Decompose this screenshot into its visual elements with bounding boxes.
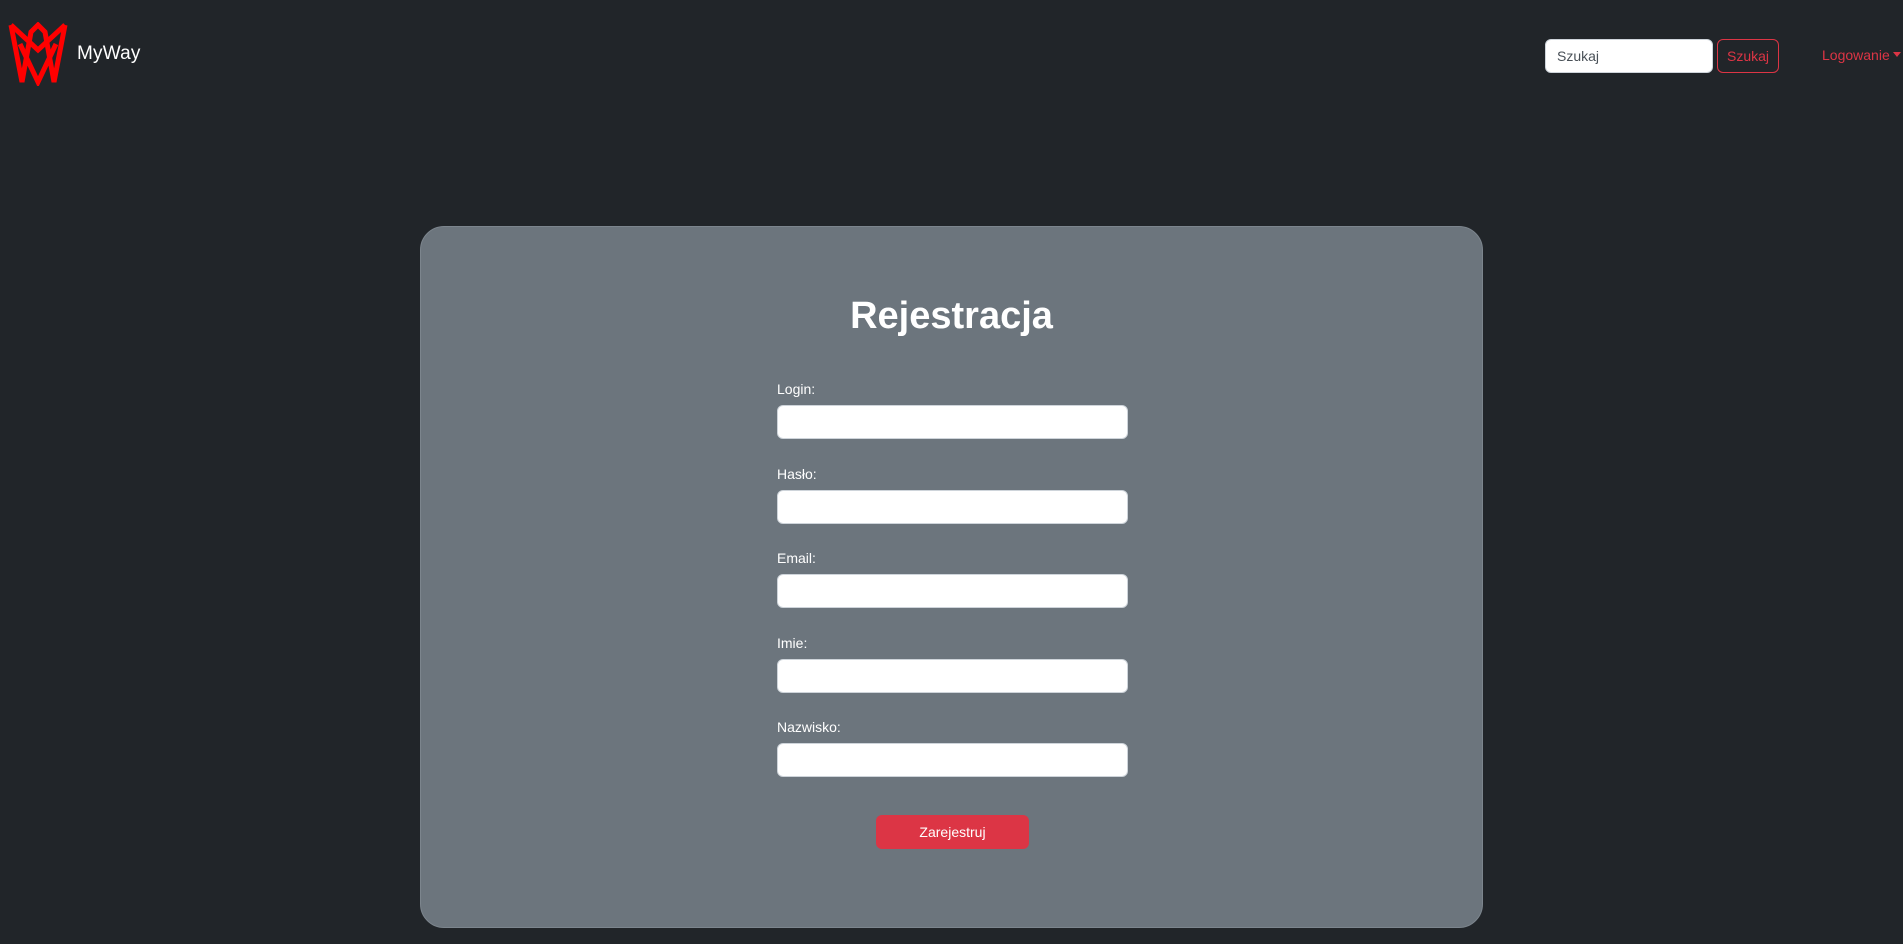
email-field-group: Email: <box>777 550 1128 635</box>
login-dropdown-label: Logowanie <box>1822 47 1890 63</box>
login-label: Login: <box>777 381 816 397</box>
top-navbar: MyWay Szukaj Logowanie <box>0 0 1903 113</box>
last-name-field-group: Nazwisko: <box>777 719 1128 804</box>
registration-form: Login: Hasło: Email: Imie: Nazwisko: <box>777 381 1128 804</box>
first-name-field-group: Imie: <box>777 635 1128 720</box>
email-label: Email: <box>777 550 816 566</box>
search-input[interactable] <box>1545 39 1713 73</box>
email-input[interactable] <box>777 574 1128 608</box>
last-name-input[interactable] <box>777 743 1128 777</box>
page-title: Rejestracja <box>850 295 1053 337</box>
registration-card: Rejestracja Login: Hasło: Email: Imie: N… <box>420 226 1483 928</box>
first-name-label: Imie: <box>777 634 808 651</box>
search-button[interactable]: Szukaj <box>1717 39 1779 73</box>
last-name-label: Nazwisko: <box>777 719 841 735</box>
register-button[interactable]: Zarejestruj <box>876 815 1029 849</box>
brand-link[interactable]: MyWay <box>8 22 141 86</box>
password-label: Hasło: <box>777 465 817 482</box>
login-field-group: Login: <box>777 381 1128 466</box>
brand-name: MyWay <box>77 43 141 64</box>
login-dropdown[interactable]: Logowanie <box>1822 47 1901 63</box>
myway-logo-icon <box>8 22 68 86</box>
password-input[interactable] <box>777 489 1128 524</box>
login-input[interactable] <box>777 405 1128 439</box>
password-field-group: Hasło: <box>777 466 1128 551</box>
first-name-input[interactable] <box>777 658 1128 693</box>
caret-down-icon <box>1892 52 1901 57</box>
